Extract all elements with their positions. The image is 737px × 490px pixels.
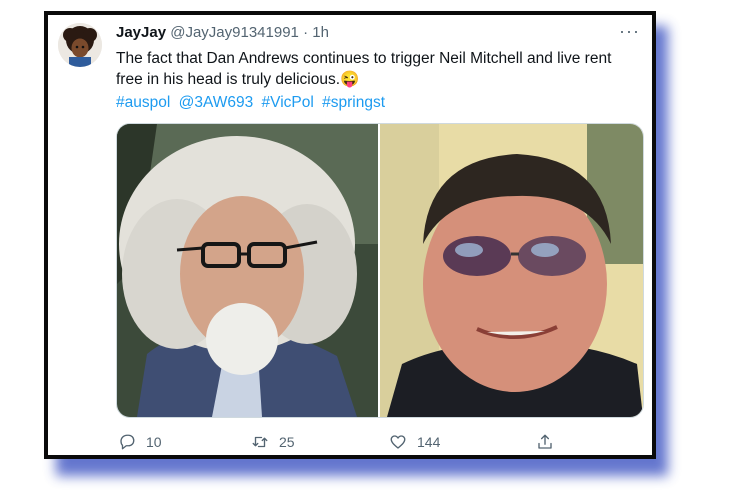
tweet-time[interactable]: 1h — [312, 24, 329, 41]
retweet-icon[interactable] — [251, 433, 269, 451]
reply-action[interactable]: 10 — [118, 433, 162, 451]
more-options-icon[interactable]: ··· — [619, 21, 640, 42]
heart-icon[interactable] — [389, 433, 407, 451]
tweet-media[interactable] — [116, 123, 644, 418]
tweet-card[interactable]: JayJay @JayJay91341991 · 1h ··· The fact… — [44, 11, 656, 459]
tweet-body: The fact that Dan Andrews continues to t… — [116, 50, 612, 88]
like-action[interactable]: 144 — [389, 433, 440, 451]
retweet-count: 25 — [279, 434, 295, 450]
left-photo[interactable] — [117, 124, 379, 417]
hashtag-link[interactable]: #springst — [322, 94, 385, 111]
tweet-header: JayJay @JayJay91341991 · 1h — [116, 24, 329, 41]
like-count: 144 — [417, 434, 441, 450]
avatar[interactable] — [58, 23, 102, 67]
mention-link[interactable]: @3AW693 — [179, 94, 254, 111]
right-photo[interactable] — [379, 124, 643, 417]
tweet-text: The fact that Dan Andrews continues to t… — [116, 48, 636, 90]
reply-icon[interactable] — [118, 433, 136, 451]
hashtag-link[interactable]: #auspol — [116, 94, 170, 111]
winking-tongue-emoji: 😜 — [340, 71, 360, 88]
share-icon[interactable] — [536, 433, 554, 451]
hashtag-link[interactable]: #VicPol — [262, 94, 314, 111]
retweet-action[interactable]: 25 — [251, 433, 295, 451]
hashtags: #auspol @3AW693 #VicPol #springst — [116, 94, 389, 112]
display-name[interactable]: JayJay — [116, 24, 166, 41]
header-separator: · — [303, 24, 309, 41]
share-action[interactable] — [536, 433, 554, 451]
user-handle[interactable]: @JayJay91341991 — [170, 24, 299, 41]
reply-count: 10 — [146, 434, 162, 450]
tweet-actions: 10 25 144 — [116, 433, 642, 455]
